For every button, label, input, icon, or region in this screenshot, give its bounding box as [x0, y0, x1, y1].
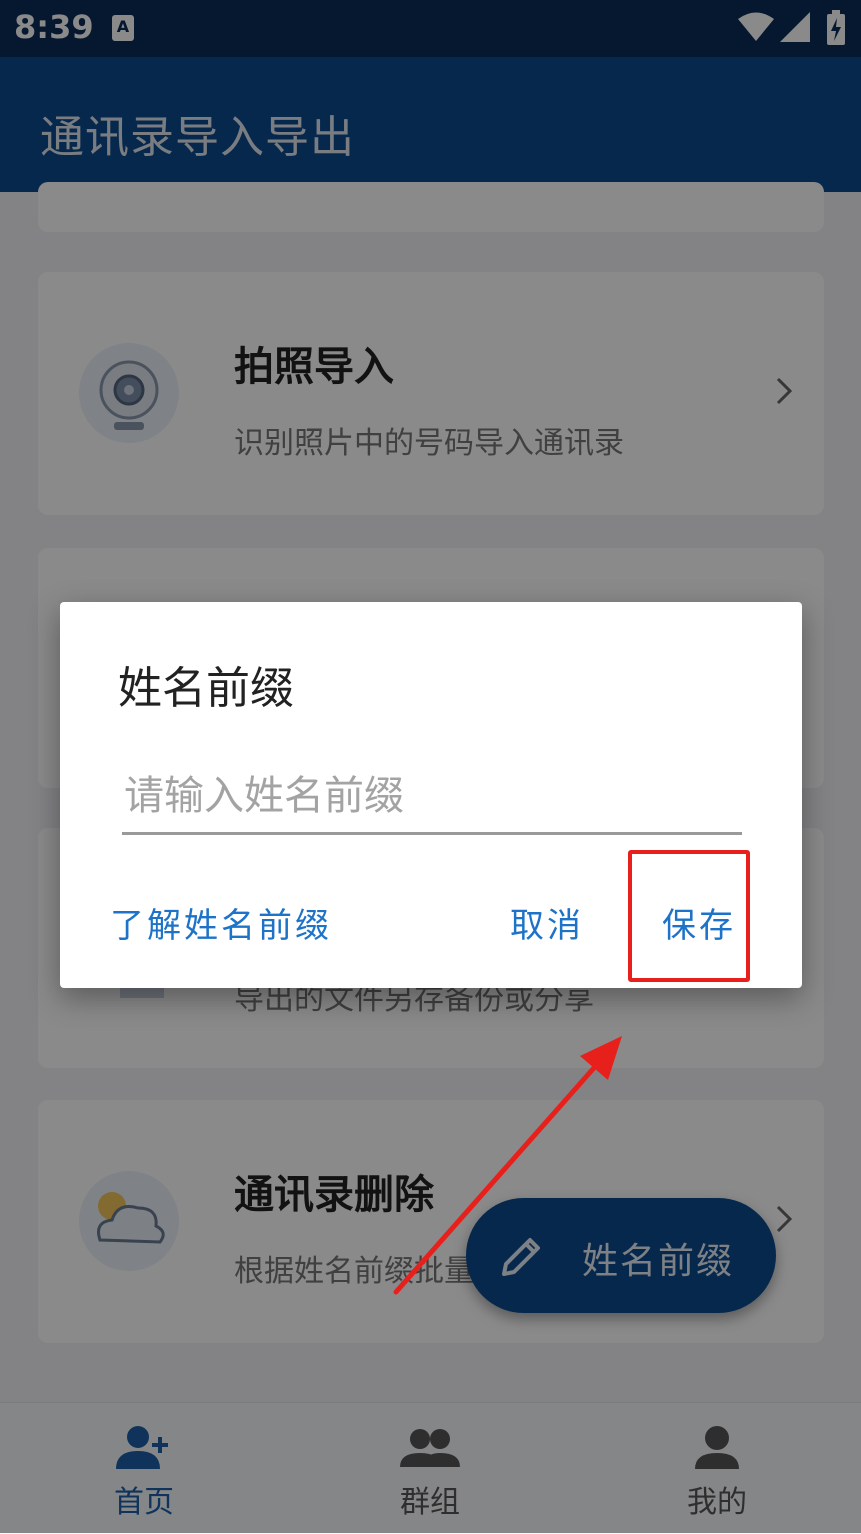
- dialog-title: 姓名前缀: [118, 663, 294, 714]
- annotation-arrow: [393, 1036, 622, 1295]
- learn-prefix-button[interactable]: 了解姓名前缀: [110, 898, 332, 947]
- name-prefix-input[interactable]: [122, 760, 742, 835]
- highlight-box: [628, 850, 750, 982]
- cancel-button[interactable]: 取消: [510, 898, 584, 947]
